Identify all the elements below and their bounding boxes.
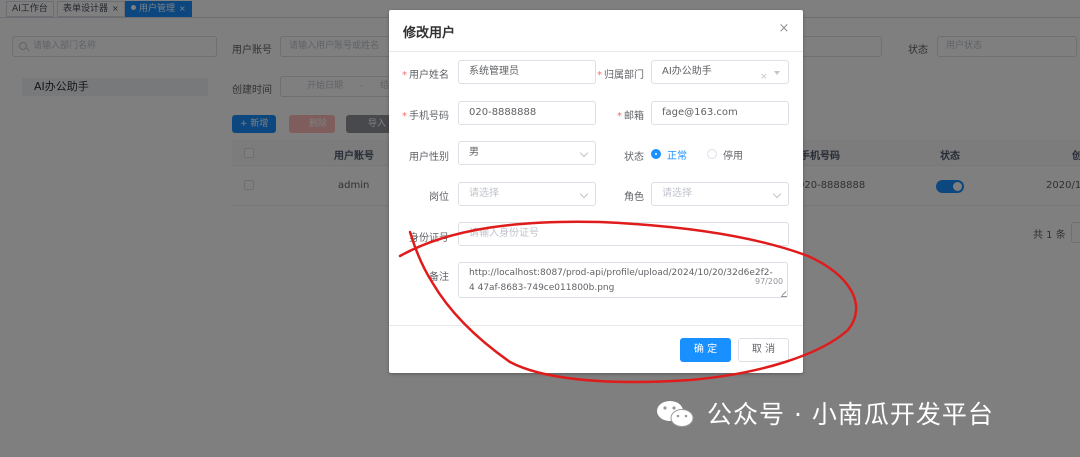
status-label: 状态 xyxy=(624,152,644,163)
clear-icon[interactable]: × xyxy=(760,66,768,83)
post-label: 岗位 xyxy=(429,192,449,203)
gender-value: 男 xyxy=(469,147,479,158)
status-option-normal[interactable]: 正常 xyxy=(667,147,687,162)
nickname-label: * 用户姓名 xyxy=(402,70,449,81)
wechat-icon xyxy=(657,401,694,427)
status-radio-disabled[interactable] xyxy=(707,149,717,159)
role-select[interactable]: 请选择 xyxy=(651,182,789,206)
caret-down-icon xyxy=(774,71,780,75)
edit-user-dialog: 修改用户 × * 用户姓名 系统管理员 * 归属部门 AI办公助手 × * 手机号码 … xyxy=(389,10,803,373)
close-icon[interactable]: × xyxy=(777,22,791,36)
remark-char-counter: 97/200 xyxy=(755,277,784,286)
phone-input[interactable]: 020-8888888 xyxy=(458,101,596,125)
nickname-input[interactable]: 系统管理员 xyxy=(458,60,596,84)
dept-label: * 归属部门 xyxy=(597,70,644,81)
role-placeholder: 请选择 xyxy=(662,188,692,199)
chevron-down-icon xyxy=(579,189,589,199)
gender-label: 用户性别 xyxy=(409,152,449,163)
idcard-label: 身份证号 xyxy=(409,233,449,244)
email-label: * 邮箱 xyxy=(617,111,644,122)
dialog-header-divider xyxy=(389,51,803,52)
dept-tree-select[interactable]: AI办公助手 × xyxy=(651,60,789,84)
idcard-input[interactable]: 请输入身份证号 xyxy=(458,222,789,246)
post-placeholder: 请选择 xyxy=(469,188,499,199)
resize-handle-icon[interactable] xyxy=(781,291,787,297)
watermark: 公众号 · 小南瓜开发平台 xyxy=(655,393,1055,433)
cancel-button[interactable]: 取 消 xyxy=(738,338,789,362)
chevron-down-icon xyxy=(772,189,782,199)
remark-textarea[interactable]: http://localhost:8087/prod-api/profile/u… xyxy=(458,262,788,298)
post-select[interactable]: 请选择 xyxy=(458,182,596,206)
dialog-title: 修改用户 xyxy=(403,26,456,41)
email-input[interactable]: fage@163.com xyxy=(651,101,789,125)
role-label: 角色 xyxy=(624,192,644,203)
confirm-button[interactable]: 确 定 xyxy=(680,338,731,362)
gender-select[interactable]: 男 xyxy=(458,141,596,165)
chevron-down-icon xyxy=(579,148,589,158)
status-radio-normal[interactable] xyxy=(651,149,661,159)
status-option-disabled[interactable]: 停用 xyxy=(723,147,743,162)
remark-label: 备注 xyxy=(429,272,449,283)
dialog-footer-divider xyxy=(389,325,803,326)
watermark-text: 公众号 · 小南瓜开发平台 xyxy=(707,400,994,429)
phone-label: * 手机号码 xyxy=(402,111,449,122)
dept-value: AI办公助手 xyxy=(662,66,712,77)
